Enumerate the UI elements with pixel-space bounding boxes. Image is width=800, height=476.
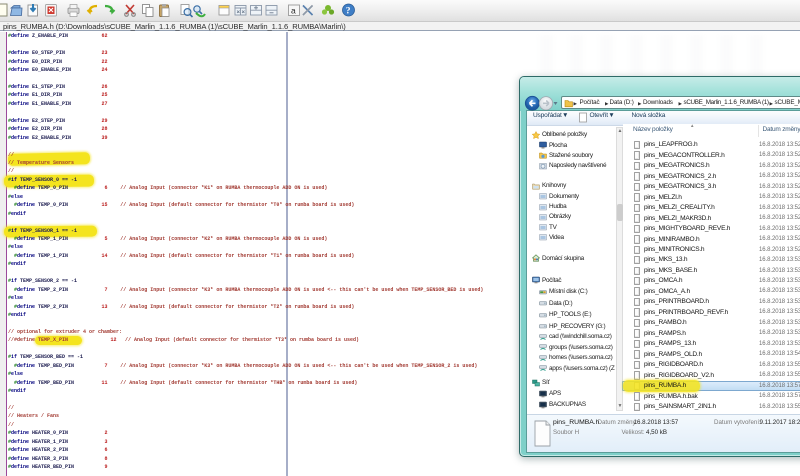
svg-text:a: a [291,6,296,16]
svg-text:?: ? [346,7,351,17]
